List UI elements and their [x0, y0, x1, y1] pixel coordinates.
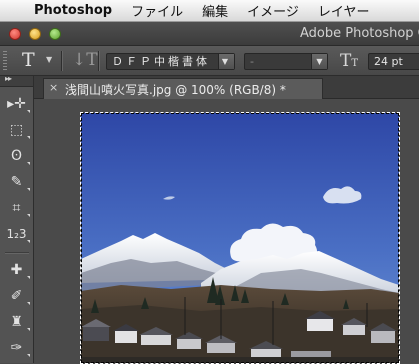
options-bar: T ▼ ↓T ＤＦＰ中楷書体 ▼ - ▼ TT 24 pt — [0, 46, 419, 76]
zoom-window-button[interactable] — [49, 28, 61, 40]
selection-marquee[interactable] — [80, 112, 400, 364]
marquee-tool-icon[interactable]: ⬚ — [0, 118, 33, 142]
count-tool-icon[interactable]: 1₂3 — [0, 222, 33, 246]
menu-layer[interactable]: レイヤー — [318, 1, 370, 20]
history-brush-tool-icon[interactable]: ✑ — [0, 336, 33, 360]
clone-stamp-tool-icon[interactable]: ♜ — [0, 310, 33, 334]
menu-app-photoshop[interactable]: Photoshop — [34, 3, 112, 18]
minimize-window-button[interactable] — [29, 28, 41, 40]
collapse-panel-icon[interactable]: ▸▸ — [5, 74, 12, 83]
tools-panel-header[interactable]: ▸▸ — [0, 74, 33, 87]
brush-tool-icon[interactable]: ✐ — [0, 284, 33, 308]
document-tab[interactable]: × 浅間山噴火写真.jpg @ 100% (RGB/8) * — [43, 78, 323, 99]
move-tool-icon[interactable]: ▸✛ — [0, 92, 33, 116]
tools-separator — [5, 252, 29, 254]
tool-preset-dropdown-icon[interactable]: ▼ — [46, 55, 52, 64]
quick-selection-tool-icon[interactable]: ✎ — [0, 170, 33, 194]
tools-panel: ▸▸ ▸✛ ⬚ ʘ ✎ ⌗ 1₂3 ✚ ✐ ♜ ✑ — [0, 74, 34, 363]
close-window-button[interactable] — [9, 28, 21, 40]
canvas-area[interactable] — [34, 99, 419, 364]
font-style-select[interactable]: - ▼ — [244, 53, 328, 70]
menu-image[interactable]: イメージ — [247, 1, 299, 20]
options-separator — [98, 51, 100, 71]
font-family-value: ＤＦＰ中楷書体 — [112, 55, 210, 68]
chevron-down-icon[interactable]: ▼ — [218, 54, 234, 69]
type-tool-preset-icon[interactable]: T — [22, 49, 35, 71]
healing-brush-tool-icon[interactable]: ✚ — [0, 258, 33, 282]
document-tab-label: 浅間山噴火写真.jpg @ 100% (RGB/8) * — [65, 83, 286, 97]
lasso-tool-icon[interactable]: ʘ — [0, 144, 33, 168]
crop-tool-icon[interactable]: ⌗ — [0, 196, 33, 220]
options-bar-grip[interactable] — [3, 51, 7, 71]
font-size-select[interactable]: 24 pt — [368, 53, 419, 70]
menu-bar: Photoshop ファイル 編集 イメージ レイヤー — [0, 0, 419, 22]
close-icon[interactable]: × — [49, 81, 58, 94]
font-size-icon: TT — [340, 51, 359, 71]
options-separator — [61, 51, 63, 71]
text-orientation-icon[interactable]: ↓T — [72, 50, 98, 70]
menu-file[interactable]: ファイル — [131, 1, 183, 20]
document-tab-bar: × 浅間山噴火写真.jpg @ 100% (RGB/8) * — [34, 76, 419, 99]
font-style-value: - — [250, 55, 254, 68]
menu-edit[interactable]: 編集 — [202, 1, 228, 20]
chevron-down-icon[interactable]: ▼ — [311, 54, 327, 69]
font-size-value: 24 pt — [374, 55, 403, 68]
window-title-bar: Adobe Photoshop C — [0, 22, 419, 46]
window-title: Adobe Photoshop C — [300, 26, 419, 41]
font-family-select[interactable]: ＤＦＰ中楷書体 ▼ — [106, 53, 235, 70]
